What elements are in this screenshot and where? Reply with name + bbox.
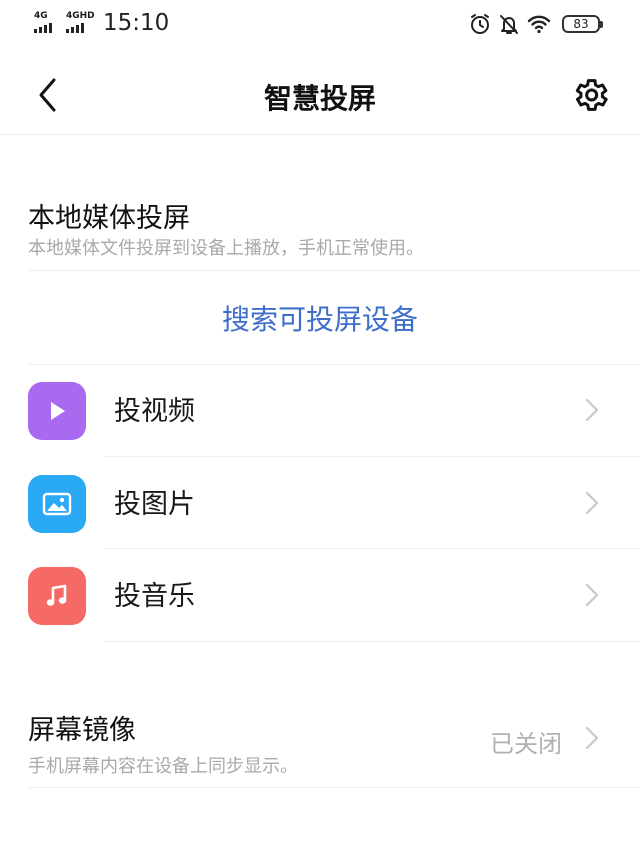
local-media-subtitle: 本地媒体文件投屏到设备上播放，手机正常使用。 [28,238,424,259]
signal-4g-icon: 4G [34,12,52,33]
music-note-icon [28,567,86,625]
battery-icon: 83 [562,15,603,33]
status-time: 15:10 [103,10,170,36]
screen-mirroring-item[interactable]: 屏幕镜像 手机屏幕内容在设备上同步显示。 已关闭 [0,690,640,786]
header: 智慧投屏 [0,55,640,133]
gear-icon[interactable] [570,75,610,115]
alarm-icon [471,14,489,34]
chevron-right-icon [585,583,599,607]
search-devices-button[interactable]: 搜索可投屏设备 [0,296,640,344]
screen-mirroring-subtitle: 手机屏幕内容在设备上同步显示。 [28,756,298,777]
cast-image-item[interactable]: 投图片 [0,457,640,549]
screen-mirroring-title: 屏幕镜像 [28,715,136,746]
page-title: 智慧投屏 [263,82,376,115]
section-divider [28,270,640,271]
signal-4ghd-icon: 4GHD [66,12,95,33]
chevron-right-icon [585,398,599,422]
chevron-right-icon [585,726,599,750]
header-divider [0,134,640,135]
cast-music-item[interactable]: 投音乐 [0,549,640,641]
image-icon [28,475,86,533]
cast-image-label: 投图片 [114,489,195,520]
cast-music-label: 投音乐 [114,581,195,612]
wifi-icon [527,15,551,34]
list-divider [104,641,640,642]
status-bar: 4G 4GHD 15:10 83 [0,0,640,50]
cast-video-item[interactable]: 投视频 [0,364,640,456]
cast-video-label: 投视频 [114,396,195,427]
network-type-label: 4G [34,11,48,21]
status-badge: 已关闭 [490,730,562,758]
mute-icon [500,15,518,34]
network-type-label: 4GHD [66,11,95,21]
chevron-right-icon [585,491,599,515]
section-divider [28,787,640,788]
play-icon [28,382,86,440]
local-media-title: 本地媒体投屏 [28,203,190,234]
